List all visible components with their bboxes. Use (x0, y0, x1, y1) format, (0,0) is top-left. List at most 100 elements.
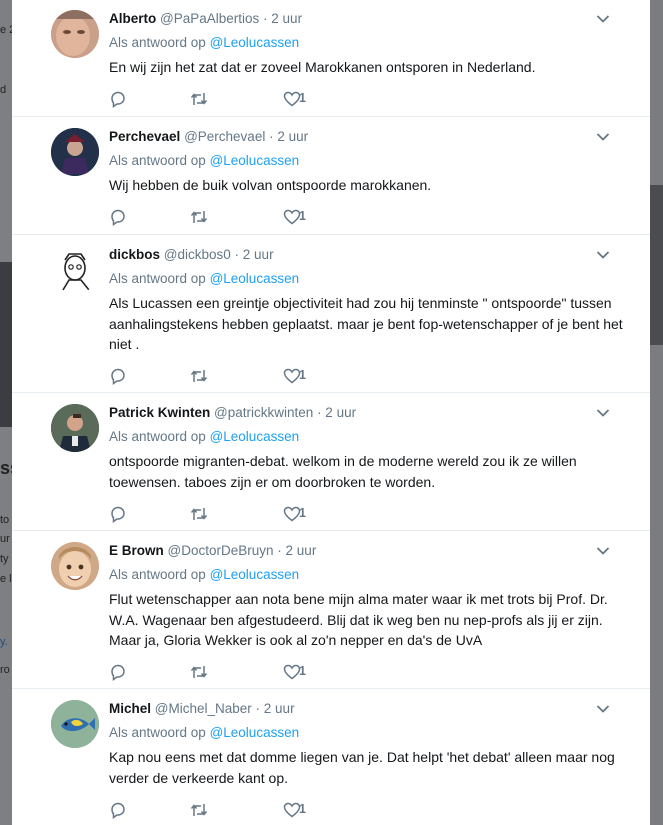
face-avatar[interactable] (51, 10, 99, 58)
reply-icon[interactable] (109, 367, 127, 385)
timestamp[interactable]: · 2 uur (269, 129, 308, 144)
display-name[interactable]: Michel (109, 701, 151, 716)
reply-icon[interactable] (109, 663, 127, 681)
fish-avatar[interactable] (51, 700, 99, 748)
mention-link[interactable]: @Leolucassen (210, 35, 300, 50)
reply-icon[interactable] (109, 505, 127, 523)
tweet[interactable]: Michel @Michel_Naber · 2 uur Als antwoor… (12, 689, 650, 825)
background-text: ur (0, 533, 10, 545)
background-text: ro (0, 664, 10, 676)
reply-prefix: Als antwoord op (109, 153, 206, 168)
handle[interactable]: @Perchevael (184, 129, 265, 144)
tweet-header: Michel @Michel_Naber · 2 uur (109, 701, 295, 716)
background-dark-band-right (650, 185, 663, 345)
tweet[interactable]: dickbos @dickbos0 · 2 uur Als antwoord o… (12, 235, 650, 393)
reply-context: Als antwoord op @Leolucassen (109, 35, 299, 50)
tweet[interactable]: Patrick Kwinten @patrickkwinten · 2 uur … (12, 393, 650, 531)
handle[interactable]: @patrickkwinten (214, 405, 313, 420)
display-name[interactable]: dickbos (109, 247, 160, 262)
background-text: ss (0, 458, 12, 478)
replies-panel: Alberto @PaPaAlbertios · 2 uur Als antwo… (12, 0, 650, 825)
background-text: d (0, 84, 7, 96)
like-count[interactable]: 1 (299, 506, 306, 520)
tweet[interactable]: Perchevael @Perchevael · 2 uur Als antwo… (12, 117, 650, 235)
retweet-icon[interactable] (190, 801, 208, 819)
like-count[interactable]: 1 (299, 664, 306, 678)
like-count[interactable]: 1 (299, 802, 306, 816)
reply-context: Als antwoord op @Leolucassen (109, 271, 299, 286)
background-page-right (650, 0, 663, 825)
mention-link[interactable]: @Leolucassen (210, 271, 300, 286)
retweet-icon[interactable] (190, 90, 208, 108)
reply-context: Als antwoord op @Leolucassen (109, 725, 299, 740)
background-text: y. (0, 636, 8, 648)
photo-avatar[interactable] (51, 404, 99, 452)
mention-link[interactable]: @Leolucassen (210, 567, 300, 582)
chevron-down-icon[interactable] (596, 704, 610, 714)
chevron-down-icon[interactable] (596, 408, 610, 418)
display-name[interactable]: Perchevael (109, 129, 180, 144)
background-text: to (0, 514, 10, 526)
handle[interactable]: @PaPaAlbertios (160, 11, 259, 26)
chevron-down-icon[interactable] (596, 250, 610, 260)
tweet[interactable]: Alberto @PaPaAlbertios · 2 uur Als antwo… (12, 0, 650, 117)
dark-figure-avatar[interactable] (51, 128, 99, 176)
chevron-down-icon[interactable] (596, 132, 610, 142)
tweet-actions: 1 (109, 663, 409, 681)
reply-prefix: Als antwoord op (109, 271, 206, 286)
like-count[interactable]: 1 (299, 368, 306, 382)
chevron-down-icon[interactable] (596, 14, 610, 24)
timestamp[interactable]: · 2 uur (277, 543, 316, 558)
like-count[interactable]: 1 (299, 209, 306, 223)
tweet-actions: 1 (109, 367, 409, 385)
reply-prefix: Als antwoord op (109, 725, 206, 740)
reply-context: Als antwoord op @Leolucassen (109, 429, 299, 444)
reply-context: Als antwoord op @Leolucassen (109, 567, 299, 582)
background-text: ty (0, 553, 9, 565)
mention-link[interactable]: @Leolucassen (210, 153, 300, 168)
tweet-text: Flut wetenschapper aan nota bene mijn al… (109, 591, 608, 648)
sketch-avatar[interactable] (51, 246, 99, 294)
retweet-icon[interactable] (190, 208, 208, 226)
tweet-text: ontspoorde migranten-debat. welkom in de… (109, 453, 577, 490)
tweet-header: Perchevael @Perchevael · 2 uur (109, 129, 308, 144)
reply-icon[interactable] (109, 208, 127, 226)
timestamp[interactable]: · 2 uur (263, 11, 302, 26)
display-name[interactable]: E Brown (109, 543, 164, 558)
reply-prefix: Als antwoord op (109, 567, 206, 582)
tweet-text: En wij zijn het zat dat er zoveel Marokk… (109, 59, 536, 75)
tweet-actions: 1 (109, 208, 409, 226)
reply-context: Als antwoord op @Leolucassen (109, 153, 299, 168)
handle[interactable]: @DoctorDeBruyn (168, 543, 274, 558)
like-count[interactable]: 1 (299, 91, 306, 105)
display-name[interactable]: Patrick Kwinten (109, 405, 210, 420)
reply-prefix: Als antwoord op (109, 429, 206, 444)
mention-link[interactable]: @Leolucassen (210, 725, 300, 740)
retweet-icon[interactable] (190, 367, 208, 385)
tweet-header: dickbos @dickbos0 · 2 uur (109, 247, 274, 262)
tweet-text: Als Lucassen een greintje objectiviteit … (109, 295, 623, 352)
tweet-actions: 1 (109, 90, 409, 108)
reply-icon[interactable] (109, 801, 127, 819)
tweet-actions: 1 (109, 505, 409, 523)
background-dark-band (0, 262, 12, 427)
timestamp[interactable]: · 2 uur (256, 701, 295, 716)
chevron-down-icon[interactable] (596, 546, 610, 556)
reply-icon[interactable] (109, 90, 127, 108)
child-avatar[interactable] (51, 542, 99, 590)
handle[interactable]: @Michel_Naber (155, 701, 252, 716)
reply-prefix: Als antwoord op (109, 35, 206, 50)
tweet-header: Patrick Kwinten @patrickkwinten · 2 uur (109, 405, 356, 420)
tweet-actions: 1 (109, 801, 409, 819)
retweet-icon[interactable] (190, 505, 208, 523)
timestamp[interactable]: · 2 uur (235, 247, 274, 262)
tweet[interactable]: E Brown @DoctorDeBruyn · 2 uur Als antwo… (12, 531, 650, 689)
background-text: e 2 (0, 24, 12, 36)
handle[interactable]: @dickbos0 (164, 247, 231, 262)
tweet-text: Wij hebben de buik volvan ontspoorde mar… (109, 177, 432, 193)
display-name[interactable]: Alberto (109, 11, 156, 26)
timestamp[interactable]: · 2 uur (317, 405, 356, 420)
mention-link[interactable]: @Leolucassen (210, 429, 300, 444)
retweet-icon[interactable] (190, 663, 208, 681)
tweet-header: Alberto @PaPaAlbertios · 2 uur (109, 11, 302, 26)
